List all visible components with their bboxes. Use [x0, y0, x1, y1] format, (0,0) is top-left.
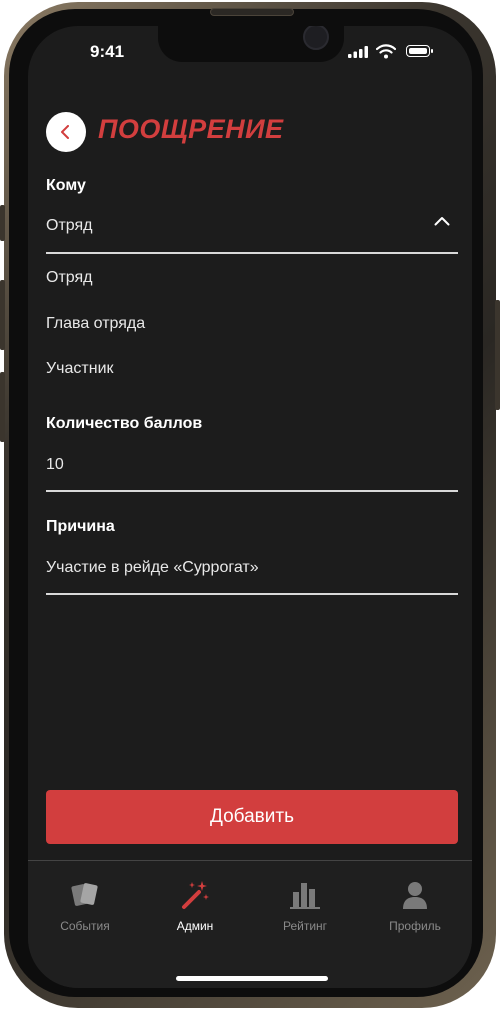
tab-bar: События Админ Рейтинг Профиль — [28, 860, 472, 988]
reason-input[interactable]: Участие в рейде «Суррогат» — [46, 559, 259, 577]
screen: 9:41 ПООЩРЕНИЕ Кому Отряд Отряд Глава от… — [28, 26, 472, 988]
wifi-icon — [376, 44, 396, 59]
tab-label: Профиль — [389, 919, 441, 933]
home-indicator — [176, 976, 328, 981]
tab-label: Рейтинг — [282, 919, 328, 933]
tab-events[interactable]: События — [40, 877, 130, 933]
points-input[interactable]: 10 — [46, 456, 64, 474]
cellular-signal-icon — [348, 46, 368, 58]
add-button[interactable]: Добавить — [46, 790, 458, 844]
status-time: 9:41 — [90, 42, 125, 61]
page-title: ПООЩРЕНИЕ — [98, 114, 284, 144]
tab-rating[interactable]: Рейтинг — [260, 877, 350, 933]
tab-admin[interactable]: Админ — [150, 877, 240, 933]
power-button — [495, 300, 500, 410]
front-camera — [303, 26, 329, 50]
volume-down-button — [0, 372, 5, 442]
to-label: Кому — [46, 177, 86, 194]
bar-chart-icon — [290, 883, 320, 909]
cards-icon — [71, 883, 98, 906]
to-underline — [46, 252, 458, 254]
dropdown-option[interactable]: Отряд — [46, 269, 93, 287]
top-speaker — [210, 8, 294, 16]
chevron-left-icon — [61, 125, 69, 139]
reason-underline — [46, 593, 458, 595]
profile-icon — [403, 882, 427, 909]
points-label: Количество баллов — [46, 415, 203, 432]
battery-icon — [406, 45, 433, 57]
tab-label: Админ — [176, 919, 214, 933]
dropdown-option[interactable]: Глава отряда — [46, 315, 145, 333]
back-button[interactable] — [46, 112, 86, 152]
dropdown-option[interactable]: Участник — [46, 360, 114, 378]
notch — [158, 26, 344, 62]
mute-switch — [0, 205, 5, 241]
tab-profile[interactable]: Профиль — [370, 877, 460, 933]
volume-up-button — [0, 280, 5, 350]
reason-label: Причина — [46, 518, 115, 535]
tab-label: События — [60, 919, 110, 933]
magic-wand-icon — [182, 881, 209, 909]
points-underline — [46, 490, 458, 492]
to-select-value: Отряд — [46, 217, 93, 234]
chevron-up-icon[interactable] — [434, 216, 450, 226]
